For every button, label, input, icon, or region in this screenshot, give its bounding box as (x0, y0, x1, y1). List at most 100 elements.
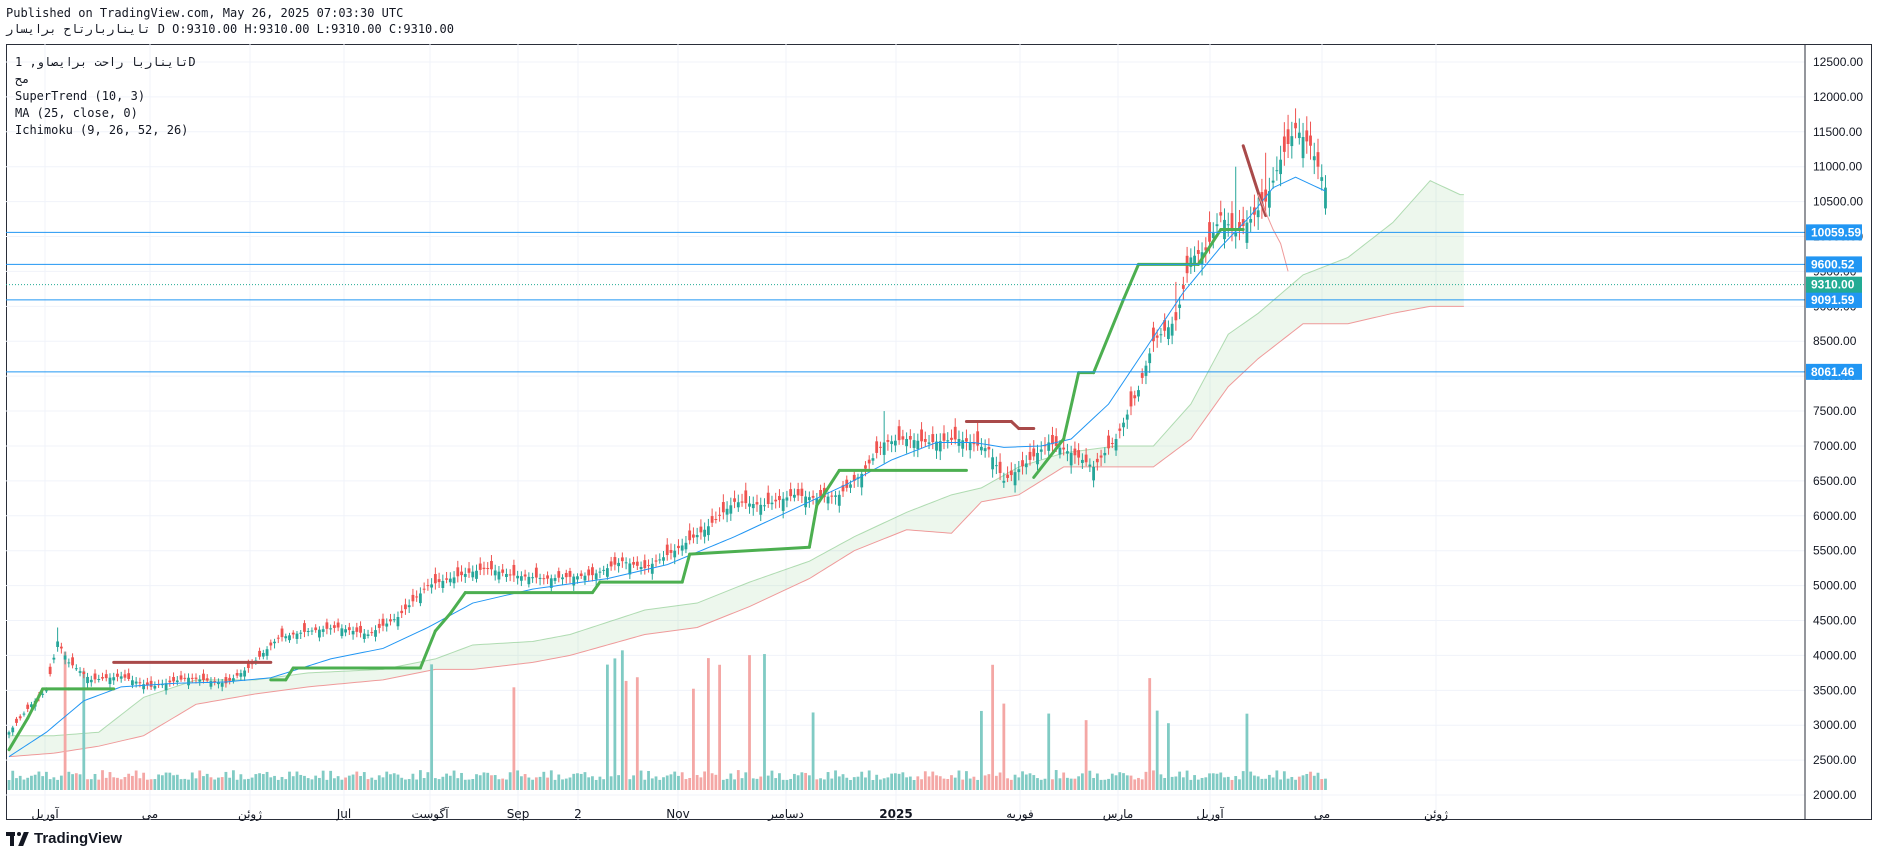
volume-bar (67, 771, 71, 790)
candle-body (134, 681, 138, 684)
candle-body (867, 459, 871, 464)
volume-bar (830, 778, 834, 790)
volume-bar (243, 779, 247, 790)
candle-body (1234, 233, 1238, 237)
volume-bar (276, 779, 280, 790)
volume-bar (1174, 776, 1178, 790)
volume-bar (617, 775, 621, 790)
volume-bar (190, 772, 194, 790)
x-tick-label: آگوست (411, 806, 449, 822)
volume-bar (841, 774, 845, 790)
volume-bar (415, 779, 419, 790)
candle-body (778, 495, 781, 501)
volume-bar (1110, 773, 1114, 790)
volume-bar (1215, 773, 1219, 790)
candle-body (59, 646, 63, 649)
volume-bar (452, 770, 456, 790)
volume-bar (1267, 774, 1271, 790)
volume-bar (295, 771, 299, 790)
volume-bar (123, 777, 127, 790)
volume-bar (531, 779, 534, 790)
candle-body (258, 650, 261, 657)
volume-bar (400, 777, 404, 790)
y-tick-label: 12500.00 (1813, 55, 1863, 69)
x-tick-label: دسامبر (767, 807, 804, 822)
legend-indicator-ma[interactable]: MA (25, close, 0) (15, 105, 196, 122)
candle-body (1080, 459, 1084, 463)
volume-bar (258, 773, 261, 790)
candle-body (1170, 323, 1174, 336)
volume-bar (1185, 770, 1189, 790)
volume-bar (1066, 777, 1069, 790)
candle-body (1312, 156, 1316, 161)
candle-body (280, 628, 284, 638)
candle-body (721, 502, 725, 513)
volume-bar (751, 778, 755, 790)
candle-body (546, 575, 549, 579)
volume-bar (18, 775, 22, 790)
candle-body (1009, 470, 1013, 476)
candle-body (542, 578, 546, 580)
volume-bar (127, 773, 131, 790)
legend-indicator-supertrend[interactable]: SuperTrend (10, 3) (15, 88, 196, 105)
candle-body (688, 530, 692, 541)
candle-body (890, 441, 894, 445)
volume-bar (1241, 771, 1245, 790)
candle-body (508, 574, 512, 576)
volume-bar (321, 770, 325, 790)
volume-bar (669, 774, 673, 790)
volume-bar (1122, 773, 1125, 790)
candle-body (119, 676, 123, 679)
candle-body (781, 498, 785, 511)
x-tick-label: Jul (336, 807, 351, 821)
candle-body (1118, 428, 1122, 431)
grid-lines (6, 44, 1805, 820)
footer-brand[interactable]: TradingView (6, 830, 122, 847)
volume-bar (419, 770, 422, 790)
volume-bar (160, 775, 164, 790)
candle-body (834, 495, 837, 497)
volume-bar (770, 770, 774, 790)
volume-bar (175, 774, 179, 790)
volume-bar (852, 777, 856, 790)
volume-bar (396, 774, 400, 790)
volume-bar (1103, 779, 1107, 790)
volume-bar (639, 770, 643, 790)
price-level-tag-text: 8061.46 (1811, 365, 1855, 379)
volume-bar (441, 776, 445, 790)
volume-bar (796, 775, 800, 790)
volume-bar (647, 770, 650, 790)
candle-body (467, 568, 471, 573)
candle-body (22, 713, 26, 715)
volume-bar (314, 775, 318, 790)
volume-bar (1159, 774, 1163, 790)
volume-bar (1249, 771, 1253, 790)
volume-bar (781, 779, 785, 790)
volume-bar (811, 712, 815, 790)
volume-bar (325, 779, 329, 790)
price-chart[interactable]: 2000.00 2500.00 3000.00 3500.00 4000.00 4500.… (0, 0, 1878, 858)
y-tick-label: 8500.00 (1813, 334, 1857, 348)
volume-bar (486, 772, 490, 790)
x-tick-label: آوریل (31, 806, 59, 822)
volume-bar (1271, 777, 1275, 790)
candle-body (538, 577, 542, 579)
candle-body (478, 563, 482, 570)
volume-bar (291, 776, 295, 790)
volume-bar (1013, 774, 1017, 790)
candle-body (26, 704, 30, 709)
y-tick-label: 7000.00 (1813, 439, 1857, 453)
candle-body (52, 657, 56, 660)
volume-bar (931, 771, 935, 790)
candle-body (1249, 219, 1253, 223)
supertrend-segment (1062, 371, 1081, 441)
volume-bar (78, 774, 82, 790)
volume-bar (1028, 773, 1032, 790)
volume-bar (572, 773, 576, 790)
legend-indicator-ichimoku[interactable]: Ichimoku (9, 26, 52, 26) (15, 122, 196, 139)
volume-bar (553, 779, 557, 790)
candle-body (594, 573, 598, 580)
candle-body (456, 567, 460, 577)
volume-bar (1077, 776, 1081, 790)
volume-bar (265, 771, 269, 790)
